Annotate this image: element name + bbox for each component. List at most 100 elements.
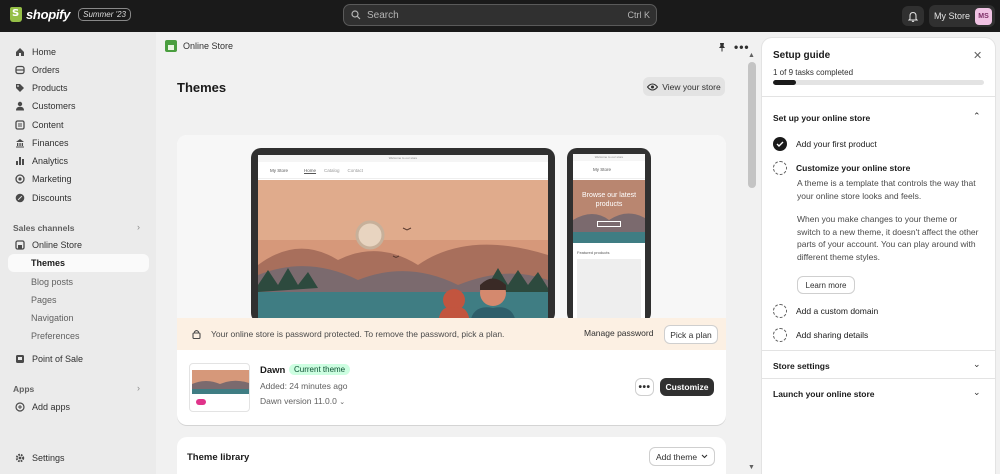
preview-announcement: Welcome to our store: [573, 154, 645, 161]
learn-more-button[interactable]: Learn more: [797, 276, 855, 294]
sidebar-item-label: Analytics: [32, 156, 69, 166]
eye-icon: [647, 83, 659, 90]
task-description: A theme is a template that controls the …: [797, 178, 976, 201]
search-placeholder: Search: [367, 9, 399, 21]
chevron-up-icon[interactable]: ⌃: [973, 111, 981, 122]
task-add-product[interactable]: Add your first product: [773, 137, 877, 151]
sales-channels-heading: Sales channels: [13, 223, 75, 233]
task-label: Customize your online store: [796, 163, 911, 173]
logo-text: shopify: [26, 7, 71, 22]
analytics-icon: [15, 156, 25, 166]
sidebar-item-content[interactable]: Content: [8, 116, 149, 134]
preview-store-name: My Store: [270, 167, 289, 173]
task-customize-store[interactable]: Customize your online store: [773, 161, 910, 175]
manage-password-link[interactable]: Manage password: [584, 328, 653, 338]
add-theme-label: Add theme: [655, 451, 698, 462]
check-circle-icon: [773, 137, 787, 151]
sidebar-item-point-of-sale[interactable]: Point of Sale: [8, 350, 149, 368]
theme-version[interactable]: Dawn version 11.0.0 ⌄: [260, 396, 345, 406]
task-label: Add a custom domain: [796, 306, 879, 316]
sidebar-item-label: Blog posts: [31, 277, 74, 287]
sidebar-item-home[interactable]: Home: [8, 43, 149, 61]
sidebar-item-pages[interactable]: Pages: [8, 291, 149, 309]
scroll-thumb[interactable]: [748, 62, 756, 188]
sidebar-item-label: Pages: [31, 295, 57, 305]
search-shortcut: Ctrl K: [627, 10, 651, 20]
home-icon: [15, 47, 25, 57]
customize-button[interactable]: Customize: [660, 378, 714, 396]
close-icon[interactable]: ✕: [973, 49, 982, 62]
add-theme-button[interactable]: Add theme: [649, 447, 715, 466]
sidebar-item-label: Home: [32, 47, 57, 57]
scroll-down-arrow[interactable]: ▼: [748, 464, 755, 471]
pin-icon[interactable]: [718, 42, 726, 52]
preview-nav-link: Home: [304, 167, 317, 173]
notifications-button[interactable]: [902, 6, 924, 26]
sidebar-item-label: Point of Sale: [32, 354, 84, 364]
sidebar-item-preferences[interactable]: Preferences: [8, 327, 149, 345]
current-theme-card: Welcome to our store My Store Home Catal…: [177, 135, 726, 425]
setup-guide-panel: Setup guide ✕ 1 of 9 tasks completed Set…: [762, 38, 995, 474]
preview-nav: My Store: [573, 161, 645, 179]
chevron-right-icon[interactable]: ›: [137, 383, 140, 393]
preview-nav: My Store Home Catalog Contact: [258, 162, 548, 179]
sidebar-item-label: Preferences: [31, 331, 80, 341]
scroll-up-arrow[interactable]: ▲: [748, 52, 755, 59]
theme-added-time: Added: 24 minutes ago: [260, 381, 348, 391]
sidebar-item-discounts[interactable]: Discounts: [8, 189, 149, 207]
sidebar-item-label: Online Store: [32, 240, 83, 250]
chevron-down-icon: ⌄: [339, 399, 346, 406]
shopify-logo[interactable]: shopify Summer '23: [10, 7, 131, 22]
chevron-right-icon[interactable]: ›: [137, 222, 140, 232]
preview-featured-label: Featured products: [577, 250, 610, 255]
sidebar-item-navigation[interactable]: Navigation: [8, 309, 149, 327]
store-menu-button[interactable]: My Store MS: [929, 5, 995, 27]
sidebar-item-analytics[interactable]: Analytics: [8, 152, 149, 170]
theme-preview: Welcome to our store My Store Home Catal…: [177, 135, 726, 323]
sidebar-item-finances[interactable]: Finances: [8, 134, 149, 152]
sidebar-item-customers[interactable]: Customers: [8, 97, 149, 115]
task-sharing-details[interactable]: Add sharing details: [773, 328, 868, 342]
store-name: My Store: [933, 11, 970, 21]
section-setup-online-store[interactable]: Set up your online store: [773, 113, 870, 123]
sidebar-item-themes[interactable]: Themes: [8, 254, 149, 272]
preview-store-name: My Store: [593, 167, 612, 172]
apps-heading: Apps: [13, 384, 35, 394]
divider: [762, 96, 995, 97]
phone-preview: Welcome to our store My Store Browse our…: [567, 148, 651, 323]
sidebar-item-label: Add apps: [32, 402, 71, 412]
orders-icon: [15, 65, 25, 75]
sidebar-item-marketing[interactable]: Marketing: [8, 170, 149, 188]
search-bar[interactable]: Search Ctrl K: [343, 4, 657, 26]
theme-actions-button[interactable]: •••: [635, 378, 654, 396]
laptop-screen: Welcome to our store My Store Home Catal…: [258, 155, 548, 323]
section-store-settings[interactable]: Store settings: [773, 361, 830, 371]
dashed-circle-icon: [773, 304, 787, 318]
section-launch-store[interactable]: Launch your online store: [773, 389, 875, 399]
discounts-icon: [15, 193, 25, 203]
sidebar-item-orders[interactable]: Orders: [8, 61, 149, 79]
sidebar-item-online-store[interactable]: Online Store: [8, 236, 149, 254]
thumbnail-image: [192, 370, 249, 394]
task-custom-domain[interactable]: Add a custom domain: [773, 304, 878, 318]
main-scrollbar[interactable]: ▲ ▼: [745, 52, 759, 474]
preview-hero-text: Browse our latest products: [581, 192, 637, 208]
sidebar-item-label: Marketing: [32, 174, 72, 184]
current-theme-row: Dawn Current theme Added: 24 minutes ago…: [177, 350, 726, 425]
sidebar-item-blog-posts[interactable]: Blog posts: [8, 273, 149, 291]
sidebar-item-add-apps[interactable]: Add apps: [8, 398, 149, 416]
divider: [762, 378, 995, 379]
sidebar-item-label: Finances: [32, 138, 69, 148]
online-store-icon: [15, 240, 25, 250]
view-store-label: View your store: [662, 81, 721, 92]
pick-plan-button[interactable]: Pick a plan: [664, 325, 718, 344]
chevron-down-icon[interactable]: ⌄: [973, 387, 981, 398]
chevron-down-icon[interactable]: ⌄: [973, 359, 981, 370]
sidebar-item-settings[interactable]: Settings: [8, 449, 149, 467]
search-icon: [351, 10, 361, 20]
breadcrumb[interactable]: Online Store: [165, 40, 233, 52]
view-store-button[interactable]: View your store: [643, 77, 725, 96]
sidebar-item-products[interactable]: Products: [8, 79, 149, 97]
edition-badge[interactable]: Summer '23: [78, 8, 131, 21]
pos-icon: [15, 354, 25, 364]
